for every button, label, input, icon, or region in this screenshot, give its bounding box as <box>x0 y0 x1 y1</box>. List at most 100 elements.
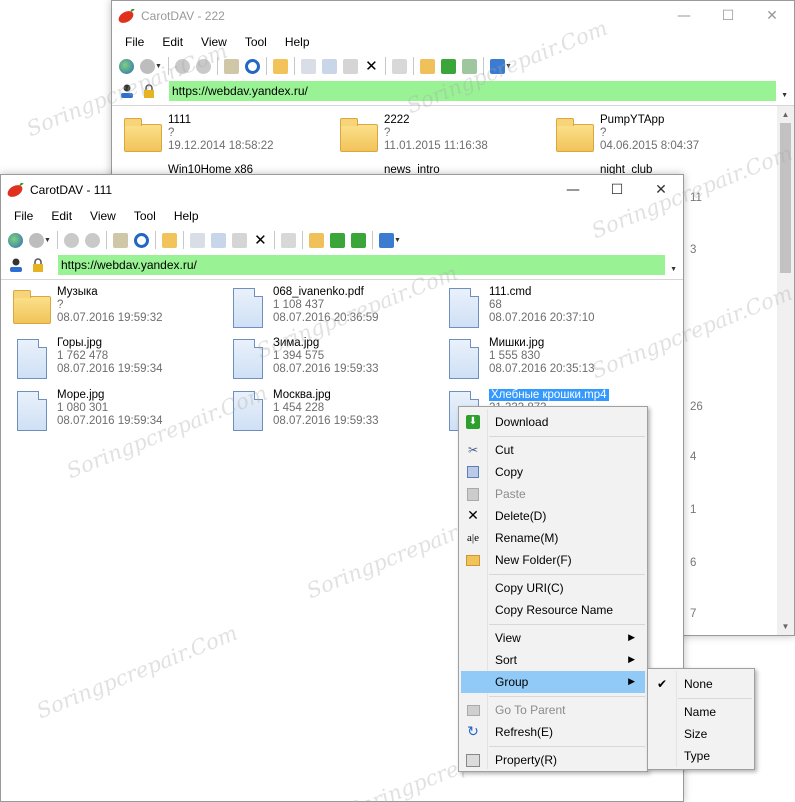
submenu-item-none[interactable]: ✔ None <box>650 673 752 695</box>
add-button[interactable] <box>306 230 327 250</box>
upload-button[interactable] <box>438 56 459 76</box>
file-date: 08.07.2016 19:59:34 <box>57 363 163 375</box>
submenu-item-name[interactable]: Name <box>650 701 752 723</box>
chevron-down-icon[interactable]: ▼ <box>505 63 512 70</box>
menu-item-view[interactable]: View ▶ <box>461 627 645 649</box>
menu-item-group[interactable]: Group ▶ <box>461 671 645 693</box>
address-input[interactable]: https://webdav.yandex.ru/ <box>58 255 665 275</box>
list-item[interactable]: Москва.jpg 1 454 228 08.07.2016 19:59:33 <box>223 389 439 437</box>
title-bar[interactable]: CarotDAV - 222 — ☐ ✕ <box>112 1 794 31</box>
file-name: Море.jpg <box>57 389 105 401</box>
new-folder-button[interactable] <box>270 56 291 76</box>
menu-item-delete[interactable]: ✕ Delete(D) <box>461 505 645 527</box>
list-item[interactable]: Музыка ? 08.07.2016 19:59:32 <box>7 286 223 334</box>
connect-button[interactable] <box>5 230 26 250</box>
delete-button[interactable]: ✕ <box>361 56 382 76</box>
menu-help[interactable]: Help <box>276 35 319 49</box>
paste-button[interactable] <box>229 230 250 250</box>
minimize-button[interactable]: — <box>551 175 595 205</box>
paste-button[interactable] <box>340 56 361 76</box>
close-button[interactable]: ✕ <box>750 1 794 31</box>
vertical-scrollbar[interactable]: ▲ ▼ <box>777 106 794 635</box>
scroll-thumb[interactable] <box>780 123 791 273</box>
partial-value: 11 <box>690 192 702 204</box>
close-button[interactable]: ✕ <box>639 175 683 205</box>
cut-button[interactable] <box>187 230 208 250</box>
menu-item-copy[interactable]: Copy <box>461 461 645 483</box>
menu-item-paste[interactable]: Paste <box>461 483 645 505</box>
lock-icon[interactable] <box>30 257 46 273</box>
refresh-icon <box>133 232 149 248</box>
user-icon[interactable] <box>119 83 135 99</box>
chevron-down-icon[interactable]: ▼ <box>44 237 51 244</box>
property-button[interactable] <box>278 230 299 250</box>
minimize-button[interactable]: — <box>662 1 706 31</box>
download-button[interactable] <box>348 230 369 250</box>
list-item[interactable]: Мишки.jpg 1 555 830 08.07.2016 20:35:13 <box>439 337 655 385</box>
menu-item-go-to-parent[interactable]: Go To Parent <box>461 699 645 721</box>
menu-item-copy-resource-name[interactable]: Copy Resource Name <box>461 599 645 621</box>
cut-button[interactable] <box>298 56 319 76</box>
list-item[interactable]: Море.jpg 1 080 301 08.07.2016 19:59:34 <box>7 389 223 437</box>
chevron-down-icon[interactable]: ▼ <box>394 237 401 244</box>
chevron-down-icon[interactable]: ▼ <box>670 266 677 273</box>
list-item[interactable]: 2222 ? 11.01.2015 11:16:38 <box>334 114 550 162</box>
up-button[interactable] <box>221 56 242 76</box>
address-input[interactable]: https://webdav.yandex.ru/ <box>169 81 776 101</box>
property-button[interactable] <box>389 56 410 76</box>
menu-item-copy-uri[interactable]: Copy URI(C) <box>461 577 645 599</box>
menu-tool[interactable]: Tool <box>236 35 276 49</box>
list-item[interactable]: Зима.jpg 1 394 575 08.07.2016 19:59:33 <box>223 337 439 385</box>
delete-button[interactable]: ✕ <box>250 230 271 250</box>
partial-value: 6 <box>690 557 697 569</box>
menu-item-label: Copy Resource Name <box>495 603 614 617</box>
title-bar[interactable]: CarotDAV - 111 — ☐ ✕ <box>1 175 683 205</box>
menu-edit[interactable]: Edit <box>42 209 81 223</box>
scroll-up-icon[interactable]: ▲ <box>777 106 794 123</box>
menu-item-new-folder[interactable]: New Folder(F) <box>461 549 645 571</box>
menu-help[interactable]: Help <box>165 209 208 223</box>
list-item[interactable]: Горы.jpg 1 762 478 08.07.2016 19:59:34 <box>7 337 223 385</box>
copy-button[interactable] <box>208 230 229 250</box>
download-button[interactable] <box>459 56 480 76</box>
forward-button[interactable] <box>82 230 103 250</box>
menu-item-property[interactable]: Property(R) <box>461 749 645 771</box>
menu-item-refresh[interactable]: ↻ Refresh(E) <box>461 721 645 743</box>
add-button[interactable] <box>417 56 438 76</box>
maximize-button[interactable]: ☐ <box>706 1 750 31</box>
lock-icon[interactable] <box>141 83 157 99</box>
file-name: Музыка <box>57 286 98 298</box>
list-item[interactable]: 1111 ? 19.12.2014 18:58:22 <box>118 114 334 162</box>
submenu-item-size[interactable]: Size <box>650 723 752 745</box>
scroll-down-icon[interactable]: ▼ <box>777 618 794 635</box>
menu-item-cut[interactable]: ✂ Cut <box>461 439 645 461</box>
refresh-button[interactable] <box>131 230 152 250</box>
chevron-down-icon[interactable]: ▼ <box>781 92 788 99</box>
back-button[interactable] <box>61 230 82 250</box>
up-button[interactable] <box>110 230 131 250</box>
menu-file[interactable]: File <box>5 209 42 223</box>
user-icon[interactable] <box>8 257 24 273</box>
maximize-button[interactable]: ☐ <box>595 175 639 205</box>
list-item[interactable]: 111.cmd 68 08.07.2016 20:37:10 <box>439 286 655 334</box>
menu-item-download[interactable]: ⬇ Download <box>461 411 645 433</box>
menu-edit[interactable]: Edit <box>153 35 192 49</box>
upload-button[interactable] <box>327 230 348 250</box>
new-folder-button[interactable] <box>159 230 180 250</box>
submenu-item-type[interactable]: Type <box>650 745 752 767</box>
list-item[interactable]: PumpYTApp ? 04.06.2015 8:04:37 <box>550 114 766 162</box>
forward-button[interactable] <box>193 56 214 76</box>
menu-file[interactable]: File <box>116 35 153 49</box>
menu-view[interactable]: View <box>81 209 125 223</box>
menu-item-rename[interactable]: a|e Rename(M) <box>461 527 645 549</box>
back-button[interactable] <box>172 56 193 76</box>
menu-tool[interactable]: Tool <box>125 209 165 223</box>
chevron-down-icon[interactable]: ▼ <box>155 63 162 70</box>
disconnect-icon <box>29 232 44 248</box>
list-item[interactable]: 068_ivanenko.pdf 1 108 437 08.07.2016 20… <box>223 286 439 334</box>
menu-item-sort[interactable]: Sort ▶ <box>461 649 645 671</box>
connect-button[interactable] <box>116 56 137 76</box>
copy-button[interactable] <box>319 56 340 76</box>
refresh-button[interactable] <box>242 56 263 76</box>
menu-view[interactable]: View <box>192 35 236 49</box>
